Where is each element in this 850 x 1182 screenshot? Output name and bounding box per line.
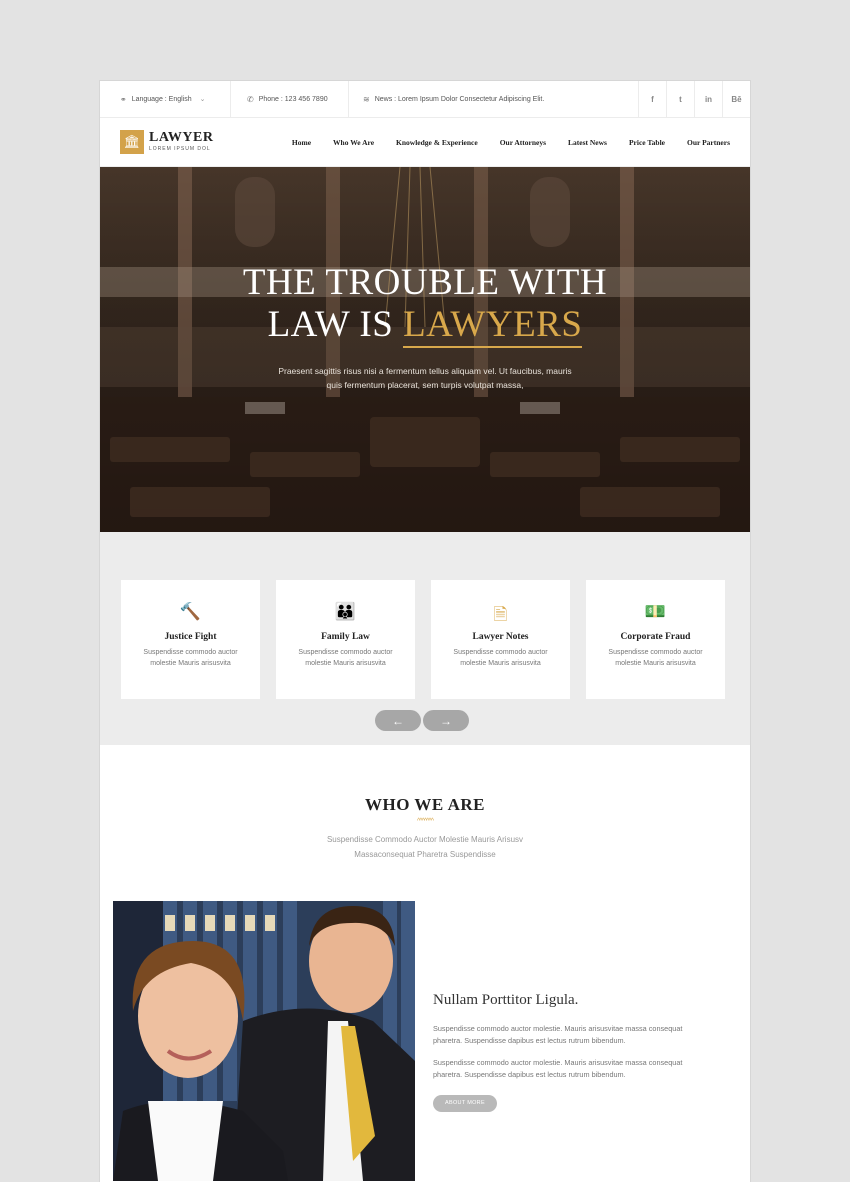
section-subtitle-line2: Massaconsequat Pharetra Suspendisse — [354, 850, 496, 859]
logo-subtitle: LOREM IPSUM DOL — [149, 146, 211, 152]
money-icon: 💵 — [644, 602, 667, 621]
title-divider: ^^^^^^^ — [417, 818, 434, 825]
services-section: 🔨 Justice Fight Suspendisse commodo auct… — [100, 532, 750, 745]
nav-our-partners[interactable]: Our Partners — [687, 138, 730, 147]
service-card[interactable]: 💵 Corporate Fraud Suspendisse commodo au… — [586, 580, 725, 699]
behance-icon[interactable]: Bē — [722, 81, 750, 117]
services-cards: 🔨 Justice Fight Suspendisse commodo auct… — [121, 580, 725, 699]
about-title: Nullam Porttitor Ligula. — [433, 992, 579, 1008]
courthouse-icon: 🏛 — [120, 130, 144, 154]
service-desc: Suspendisse commodo auctor molestie Maur… — [143, 649, 238, 667]
hero-title-line2: LAW IS LAWYERS — [100, 304, 750, 348]
service-card[interactable]: 👪 Family Law Suspendisse commodo auctor … — [276, 580, 415, 699]
about-more-button[interactable]: ABOUT MORE — [433, 1095, 497, 1112]
phone-label: Phone : 123 456 7890 — [258, 95, 328, 103]
hero-subtitle: Praesent sagittis risus nisi a fermentum… — [278, 366, 572, 390]
next-arrow-button[interactable]: → — [423, 710, 469, 731]
nav-home[interactable]: Home — [292, 138, 311, 147]
facebook-icon[interactable]: f — [638, 81, 666, 117]
service-card[interactable]: 🔨 Justice Fight Suspendisse commodo auct… — [121, 580, 260, 699]
about-text: Nullam Porttitor Ligula. Suspendisse com… — [433, 992, 713, 1112]
language-selector[interactable]: ⚭ Language : English ⌄ — [100, 81, 231, 117]
about-paragraph-1: Suspendisse commodo auctor molestie. Mau… — [433, 1024, 683, 1045]
globe-icon: ⚭ — [120, 94, 127, 104]
news-ticker: ≋ News : Lorem Ipsum Dolor Consectetur A… — [349, 81, 638, 117]
hero-title-line1: THE TROUBLE WITH — [242, 262, 608, 303]
logo-title: LAWYER — [149, 130, 214, 145]
service-desc: Suspendisse commodo auctor molestie Maur… — [608, 649, 703, 667]
website-page: ⚭ Language : English ⌄ ✆ Phone : 123 456… — [100, 81, 750, 1182]
hero-banner: THE TROUBLE WITH LAW IS LAWYERS Praesent… — [100, 167, 750, 532]
service-title: Justice Fight — [164, 632, 217, 642]
service-desc: Suspendisse commodo auctor molestie Maur… — [298, 649, 393, 667]
rss-icon: ≋ — [363, 94, 370, 104]
hero-title: THE TROUBLE WITH LAW IS LAWYERS — [100, 262, 750, 348]
nav-price-table[interactable]: Price Table — [629, 138, 665, 147]
language-label: Language : English — [131, 95, 192, 103]
section-subtitle: Suspendisse Commodo Auctor Molestie Maur… — [100, 832, 750, 862]
service-card[interactable]: 🗎 Lawyer Notes Suspendisse commodo aucto… — [431, 580, 570, 699]
about-paragraph-2: Suspendisse commodo auctor molestie. Mau… — [433, 1058, 683, 1079]
prev-arrow-button[interactable]: ← — [375, 710, 421, 731]
phone-icon: ✆ — [247, 94, 254, 104]
service-title: Family Law — [321, 632, 370, 642]
nav-who-we-are[interactable]: Who We Are — [333, 138, 374, 147]
lawyers-photo — [113, 901, 415, 1181]
phone-info: ✆ Phone : 123 456 7890 — [231, 81, 349, 117]
hero-content: THE TROUBLE WITH LAW IS LAWYERS Praesent… — [100, 262, 750, 392]
nav-latest-news[interactable]: Latest News — [568, 138, 607, 147]
news-label: News : Lorem Ipsum Dolor Consectetur Adi… — [374, 95, 545, 103]
nav-knowledge-experience[interactable]: Knowledge & Experience — [396, 138, 478, 147]
nav-menu: Home Who We Are Knowledge & Experience O… — [270, 138, 730, 147]
service-title: Lawyer Notes — [472, 632, 529, 642]
nav-our-attorneys[interactable]: Our Attorneys — [500, 138, 546, 147]
carousel-arrows: ← → — [375, 710, 469, 731]
main-navbar: 🏛 LAWYER LOREM IPSUM DOL Home Who We Are… — [100, 118, 750, 167]
hero-title-line2-a: LAW IS — [267, 304, 394, 345]
linkedin-icon[interactable]: in — [694, 81, 722, 117]
hero-title-highlight: LAWYERS — [403, 304, 583, 348]
twitter-icon[interactable]: t — [666, 81, 694, 117]
gavel-icon: 🔨 — [179, 602, 202, 621]
service-desc: Suspendisse commodo auctor molestie Maur… — [453, 649, 548, 667]
logo-text: LAWYER LOREM IPSUM DOL — [149, 130, 214, 153]
logo[interactable]: 🏛 LAWYER LOREM IPSUM DOL — [120, 130, 213, 154]
service-title: Corporate Fraud — [620, 632, 691, 642]
section-subtitle-line1: Suspendisse Commodo Auctor Molestie Maur… — [326, 835, 524, 844]
top-bar: ⚭ Language : English ⌄ ✆ Phone : 123 456… — [100, 81, 750, 118]
chevron-down-icon: ⌄ — [199, 96, 206, 103]
document-icon: 🗎 — [493, 605, 508, 624]
who-we-are-section: WHO WE ARE ^^^^^^^ Suspendisse Commodo A… — [100, 745, 750, 862]
family-icon: 👪 — [334, 602, 357, 621]
section-title: WHO WE ARE — [365, 795, 485, 814]
social-links: f t in Bē — [638, 81, 750, 117]
